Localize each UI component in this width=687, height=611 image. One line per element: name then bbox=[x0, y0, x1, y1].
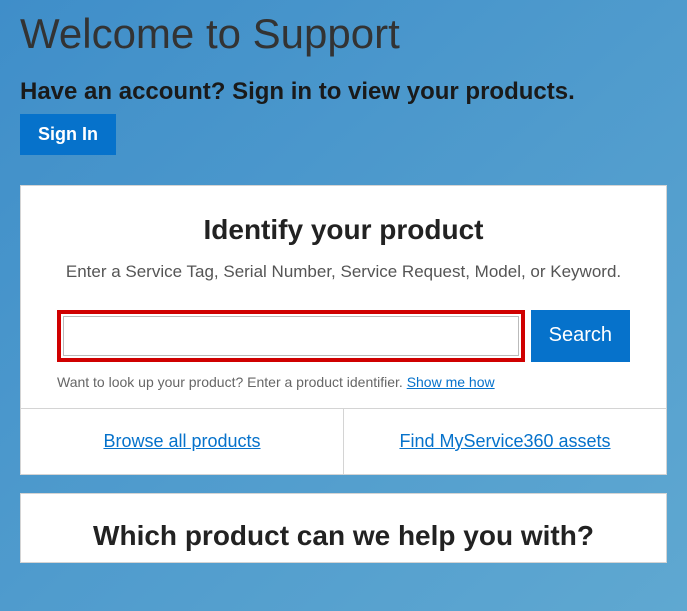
identify-footer: Browse all products Find MyService360 as… bbox=[21, 408, 666, 474]
signin-prompt: Have an account? Sign in to view your pr… bbox=[20, 78, 575, 106]
search-input-highlight bbox=[57, 310, 525, 362]
which-product-title: Which product can we help you with? bbox=[57, 520, 630, 552]
which-product-card: Which product can we help you with? bbox=[20, 493, 667, 563]
help-text: Want to look up your product? Enter a pr… bbox=[57, 374, 407, 390]
page-title: Welcome to Support bbox=[20, 10, 667, 58]
search-button[interactable]: Search bbox=[531, 310, 630, 362]
signin-button[interactable]: Sign In bbox=[20, 114, 116, 155]
help-row: Want to look up your product? Enter a pr… bbox=[57, 374, 630, 390]
search-input[interactable] bbox=[63, 316, 519, 356]
find-myservice360-link[interactable]: Find MyService360 assets bbox=[399, 431, 610, 451]
search-row: Search bbox=[57, 310, 630, 362]
browse-all-products-link[interactable]: Browse all products bbox=[103, 431, 260, 451]
show-me-how-link[interactable]: Show me how bbox=[407, 374, 495, 390]
signin-row: Have an account? Sign in to view your pr… bbox=[20, 78, 667, 155]
identify-card: Identify your product Enter a Service Ta… bbox=[20, 185, 667, 475]
identify-subtitle: Enter a Service Tag, Serial Number, Serv… bbox=[57, 260, 630, 284]
identify-title: Identify your product bbox=[57, 214, 630, 246]
